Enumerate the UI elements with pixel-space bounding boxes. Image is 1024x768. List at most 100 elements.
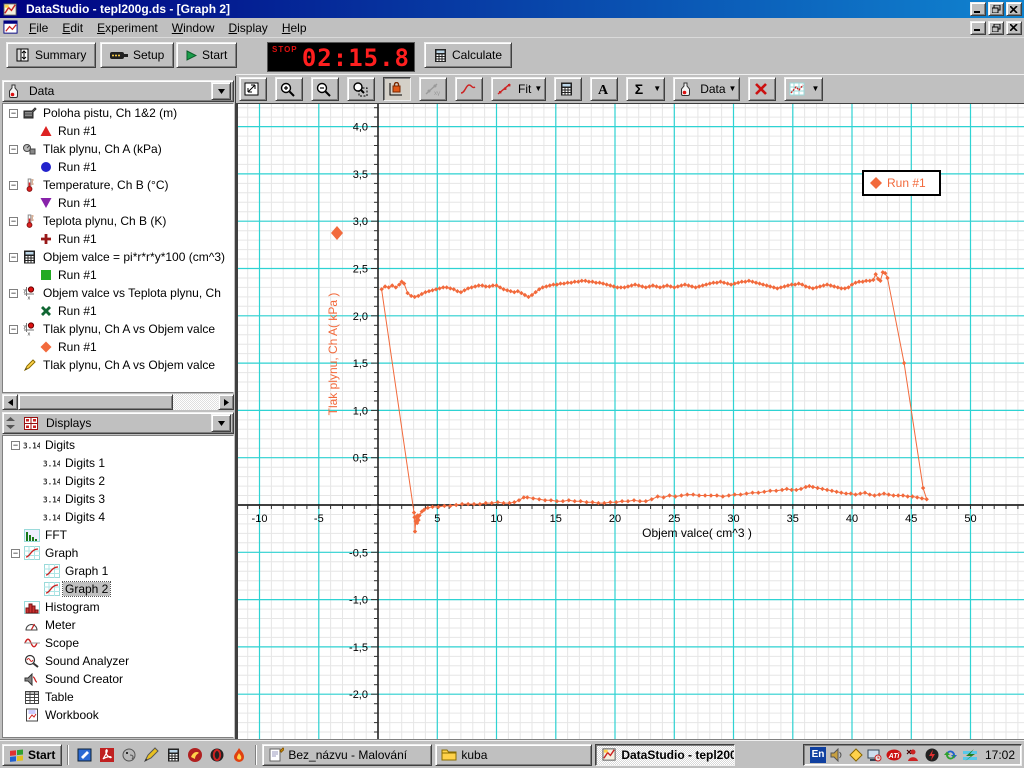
scroll-left-button[interactable]	[2, 394, 18, 410]
quicklaunch-opera-icon[interactable]	[208, 746, 226, 764]
display-item[interactable]: 3.14 Digits 3	[3, 490, 233, 508]
data-item[interactable]: − Poloha pistu, Ch 1&2 (m)	[3, 104, 233, 122]
tree-expand-box[interactable]: −	[9, 216, 18, 226]
data-run-item[interactable]: Run #1	[3, 158, 233, 176]
graph-display[interactable]: -10 -5 5 10 15 20 25 30 35 40 45 50 4,0 3,5 3,0 2,5 2,0 1…	[236, 103, 1024, 740]
tray-lightning-icon[interactable]	[924, 747, 940, 763]
data-item[interactable]: Tlak plynu, Ch A vs Objem valce	[3, 356, 233, 374]
menu-item-display[interactable]: Display	[221, 19, 274, 37]
tree-expand-box[interactable]: −	[11, 440, 20, 450]
display-item[interactable]: 3.14 Digits 2	[3, 472, 233, 490]
calculator-tool-button[interactable]	[554, 77, 583, 101]
menu-item-experiment[interactable]: Experiment	[90, 19, 165, 37]
tree-expand-box[interactable]: −	[9, 180, 18, 190]
tray-scheduler-icon[interactable]	[848, 747, 864, 763]
display-item[interactable]: − Graph	[3, 544, 233, 562]
display-item[interactable]: Graph 2	[3, 580, 233, 598]
splitter-icon[interactable]	[5, 416, 15, 431]
data-run-item[interactable]: Run #1	[3, 230, 233, 248]
note-tool-button[interactable]	[455, 77, 483, 101]
data-item[interactable]: − Temperature, Ch B (°C)	[3, 176, 233, 194]
zoom-out-button[interactable]	[311, 77, 339, 101]
tray-zpower-icon[interactable]	[962, 747, 978, 763]
display-item[interactable]: FFT	[3, 526, 233, 544]
display-item[interactable]: Table	[3, 688, 233, 706]
data-tree-hscrollbar[interactable]	[2, 394, 234, 410]
tree-expand-box[interactable]: −	[9, 288, 18, 298]
statistics-menu-button[interactable]: Σ ▼	[626, 77, 666, 101]
quicklaunch-calculator-icon[interactable]	[164, 746, 182, 764]
displays-panel-header[interactable]: Displays	[2, 412, 234, 434]
data-run-item[interactable]: Run #1	[3, 338, 233, 356]
quicklaunch-pen-icon[interactable]	[142, 746, 160, 764]
zoom-select-button[interactable]	[347, 77, 375, 101]
taskbar-start-button[interactable]: Start	[2, 743, 63, 766]
task-button-paint[interactable]: Bez_názvu - Malování	[262, 743, 433, 766]
quicklaunch-dragon-icon[interactable]	[186, 746, 204, 764]
display-item[interactable]: Sound Analyzer	[3, 652, 233, 670]
fit-menu-button[interactable]: Fit ▼	[491, 77, 547, 101]
child-window-icon[interactable]	[2, 20, 19, 35]
display-item[interactable]: 3.14 Digits 1	[3, 454, 233, 472]
display-item[interactable]: Workbook	[3, 706, 233, 724]
calculate-button[interactable]: Calculate	[424, 42, 513, 68]
menu-item-help[interactable]: Help	[275, 19, 314, 37]
tree-expand-box[interactable]: −	[9, 324, 18, 334]
data-menu-button[interactable]: Data ▼	[673, 77, 741, 101]
display-item[interactable]: Scope	[3, 634, 233, 652]
display-item[interactable]: 3.14 Digits 4	[3, 508, 233, 526]
tray-volume-icon[interactable]	[829, 747, 845, 763]
graph-settings-menu-button[interactable]: ▼	[784, 77, 824, 101]
app-minimize-button[interactable]	[970, 2, 986, 16]
tray-clock[interactable]: 17:02	[985, 748, 1015, 762]
scale-to-fit-button[interactable]	[239, 77, 267, 101]
tree-expand-box[interactable]: −	[11, 548, 20, 558]
display-item[interactable]: Sound Creator	[3, 670, 233, 688]
displays-dropdown-button[interactable]	[211, 414, 231, 432]
menu-item-window[interactable]: Window	[165, 19, 222, 37]
task-button-datastudio[interactable]: DataStudio - tepl200...	[595, 743, 736, 766]
data-item[interactable]: − x y Objem valce vs Teplota plynu, Ch	[3, 284, 233, 302]
data-run-item[interactable]: Run #1	[3, 302, 233, 320]
quicklaunch-acrobat-icon[interactable]	[98, 746, 116, 764]
data-run-item[interactable]: Run #1	[3, 122, 233, 140]
app-close-button[interactable]	[1006, 2, 1022, 16]
data-item[interactable]: − x y Tlak plynu, Ch A vs Objem valce	[3, 320, 233, 338]
quicklaunch-bird-icon[interactable]	[120, 746, 138, 764]
tray-person-icon[interactable]	[905, 747, 921, 763]
display-item[interactable]: Graph 1	[3, 562, 233, 580]
child-minimize-button[interactable]	[970, 20, 986, 35]
zoom-in-button[interactable]	[275, 77, 303, 101]
display-item[interactable]: −3.14 Digits	[3, 436, 233, 454]
display-item[interactable]: Meter	[3, 616, 233, 634]
delete-button-button[interactable]	[748, 77, 777, 101]
data-item[interactable]: − Objem valce = pi*r*r*y*100 (cm^3)	[3, 248, 233, 266]
data-item[interactable]: − Tlak plynu, Ch A (kPa)	[3, 140, 233, 158]
legend[interactable]: Run #1	[862, 170, 941, 196]
tray-refresh-icon[interactable]	[943, 747, 959, 763]
tray-display-icon[interactable]	[867, 747, 883, 763]
smart-tool-button[interactable]	[383, 77, 411, 101]
text-tool-button[interactable]: A	[590, 77, 619, 101]
display-item[interactable]: Histogram	[3, 598, 233, 616]
tree-expand-box[interactable]: −	[9, 252, 18, 262]
tree-expand-box[interactable]: −	[9, 108, 18, 118]
child-restore-button[interactable]	[988, 20, 1004, 35]
slope-tool-button[interactable]: xy	[419, 77, 447, 101]
tray-ati-icon[interactable]: ATi	[886, 747, 902, 763]
scrollbar-thumb[interactable]	[18, 394, 173, 410]
data-run-item[interactable]: Run #1	[3, 194, 233, 212]
child-close-button[interactable]	[1006, 20, 1022, 35]
data-panel-header[interactable]: Data	[2, 80, 234, 102]
task-button-folder-kuba[interactable]: kuba	[435, 743, 593, 766]
data-item[interactable]: − Teplota plynu, Ch B (K)	[3, 212, 233, 230]
data-dropdown-button[interactable]	[211, 82, 231, 100]
setup-button[interactable]: Setup	[100, 42, 175, 68]
chart-plot[interactable]: -10 -5 5 10 15 20 25 30 35 40 45 50 4,0 3,5 3,0 2,5 2,0 1…	[238, 104, 1024, 740]
language-indicator[interactable]: En	[809, 746, 826, 763]
quicklaunch-notes-icon[interactable]	[76, 746, 94, 764]
summary-button[interactable]: Summary	[6, 42, 97, 68]
tree-expand-box[interactable]: −	[9, 144, 18, 154]
data-run-item[interactable]: Run #1	[3, 266, 233, 284]
app-restore-button[interactable]	[988, 2, 1004, 16]
